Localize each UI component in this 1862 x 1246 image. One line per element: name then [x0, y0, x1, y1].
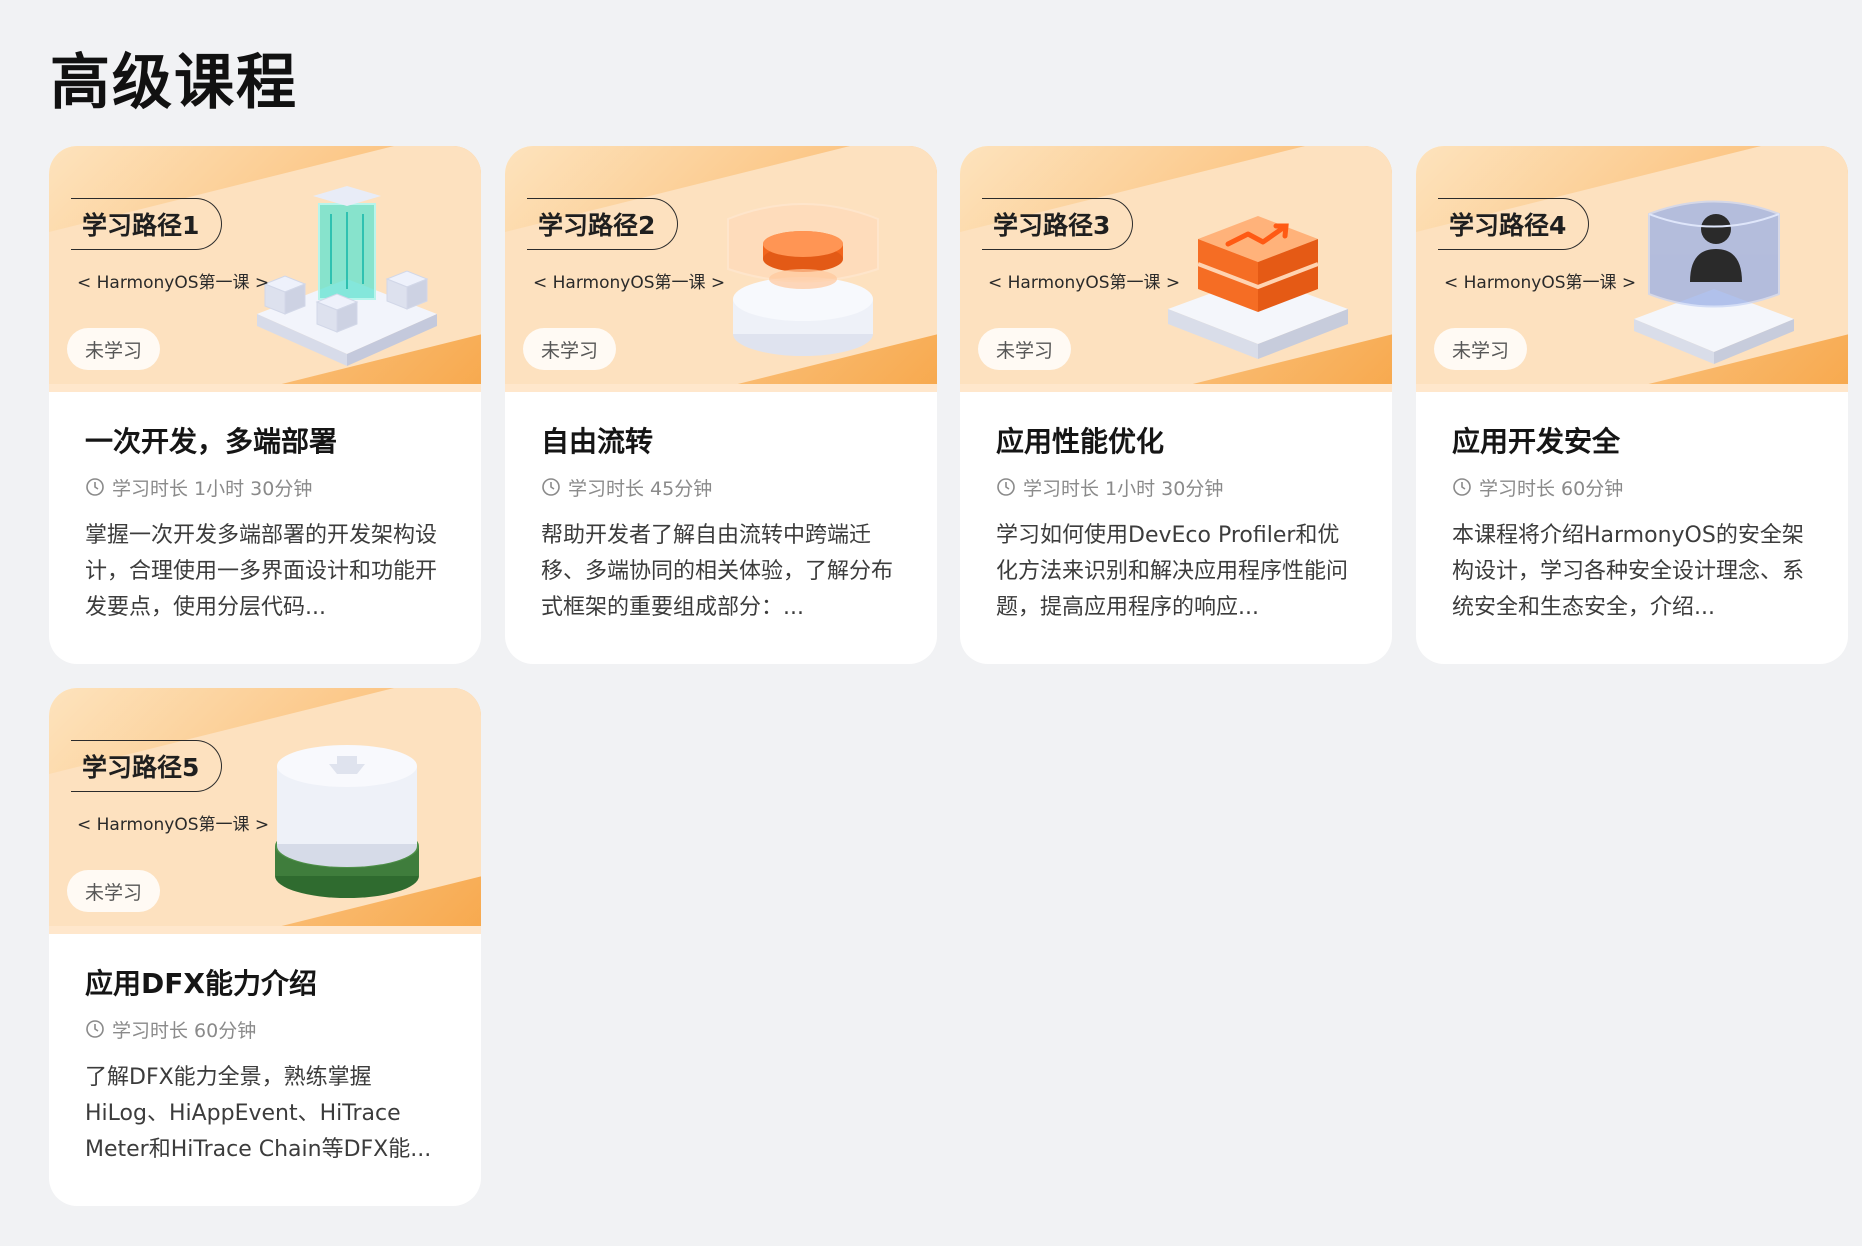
course-description: 了解DFX能力全景，熟练掌握HiLog、HiAppEvent、HiTrace M… — [85, 1065, 432, 1162]
clock-icon — [86, 478, 104, 496]
course-title: 应用开发安全 — [1452, 425, 1621, 458]
performance-icon — [1168, 216, 1348, 359]
path-label: 学习路径5 — [71, 740, 223, 792]
path-label: 学习路径2 — [527, 198, 679, 250]
course-title: 应用性能优化 — [996, 425, 1165, 458]
course-card-2[interactable]: 学习路径2 < HarmonyOS第一课 > 未学习 自由流转 学习时长 45分… — [505, 146, 937, 664]
path-label: 学习路径1 — [71, 198, 223, 250]
card-banner: 学习路径4 < HarmonyOS第一课 > 未学习 — [1416, 146, 1848, 392]
duration-row: 学习时长 45分钟 — [541, 474, 901, 500]
status-badge: 未学习 — [67, 328, 161, 370]
duration-text: 学习时长 60分钟 — [112, 1019, 257, 1042]
page: 高级课程 学习路径1 < HarmonyOS第一课 > 未学习 一次开发，多端部… — [0, 0, 1862, 1246]
path-label: 学习路径4 — [1438, 198, 1590, 250]
course-card-5[interactable]: 学习路径5 < HarmonyOS第一课 > 未学习 应用DFX能力介绍 学习时… — [49, 688, 481, 1206]
dfx-cylinder-icon — [275, 745, 419, 898]
duration-text: 学习时长 1小时 30分钟 — [112, 477, 313, 500]
course-description: 学习如何使用DevEco Profiler和优化方法来识别和解决应用程序性能问题… — [996, 523, 1349, 620]
security-user-icon — [1634, 200, 1794, 364]
card-banner: 学习路径3 < HarmonyOS第一课 > 未学习 — [960, 146, 1392, 392]
course-series-label: < HarmonyOS第一课 > — [1444, 273, 1637, 293]
course-description: 掌握一次开发多端部署的开发架构设计，合理使用一多界面设计和功能开发要点，使用分层… — [85, 523, 438, 620]
card-banner: 学习路径2 < HarmonyOS第一课 > 未学习 — [505, 146, 937, 392]
duration-text: 学习时长 60分钟 — [1479, 477, 1624, 500]
status-badge: 未学习 — [67, 870, 161, 912]
duration-row: 学习时长 1小时 30分钟 — [85, 474, 445, 500]
duration-row: 学习时长 1小时 30分钟 — [996, 474, 1356, 500]
path-label: 学习路径3 — [982, 198, 1134, 250]
course-series-label: < HarmonyOS第一课 > — [988, 273, 1181, 293]
clock-icon — [997, 478, 1015, 496]
course-series-label: < HarmonyOS第一课 > — [77, 815, 270, 835]
course-series-label: < HarmonyOS第一课 > — [533, 273, 726, 293]
course-card-4[interactable]: 学习路径4 < HarmonyOS第一课 > 未学习 应用开发安全 学习时长 6… — [1416, 146, 1848, 664]
course-card-3[interactable]: 学习路径3 < HarmonyOS第一课 > 未学习 应用性能优化 学习时长 1… — [960, 146, 1392, 664]
clock-icon — [1453, 478, 1471, 496]
flow-transfer-icon — [727, 203, 879, 356]
course-series-label: < HarmonyOS第一课 > — [77, 273, 270, 293]
duration-row: 学习时长 60分钟 — [85, 1016, 445, 1042]
page-title: 高级课程 — [50, 48, 298, 118]
duration-row: 学习时长 60分钟 — [1452, 474, 1812, 500]
clock-icon — [86, 1020, 104, 1038]
course-title: 应用DFX能力介绍 — [85, 967, 317, 1000]
course-description: 本课程将介绍HarmonyOS的安全架构设计，学习各种安全设计理念、系统安全和生… — [1452, 523, 1805, 620]
duration-text: 学习时长 45分钟 — [568, 477, 713, 500]
duration-text: 学习时长 1小时 30分钟 — [1023, 477, 1224, 500]
card-banner: 学习路径5 < HarmonyOS第一课 > 未学习 — [49, 688, 481, 934]
course-title: 一次开发，多端部署 — [85, 425, 338, 458]
card-banner: 学习路径1 < HarmonyOS第一课 > 未学习 — [49, 146, 481, 392]
course-description: 帮助开发者了解自由流转中跨端迁移、多端协同的相关体验，了解分布式框架的重要组成部… — [541, 523, 894, 620]
course-card-1[interactable]: 学习路径1 < HarmonyOS第一课 > 未学习 一次开发，多端部署 学习时… — [49, 146, 481, 664]
status-badge: 未学习 — [1434, 328, 1528, 370]
clock-icon — [542, 478, 560, 496]
multi-device-icon — [257, 186, 437, 366]
status-badge: 未学习 — [978, 328, 1072, 370]
course-title: 自由流转 — [541, 425, 654, 458]
status-badge: 未学习 — [523, 328, 617, 370]
